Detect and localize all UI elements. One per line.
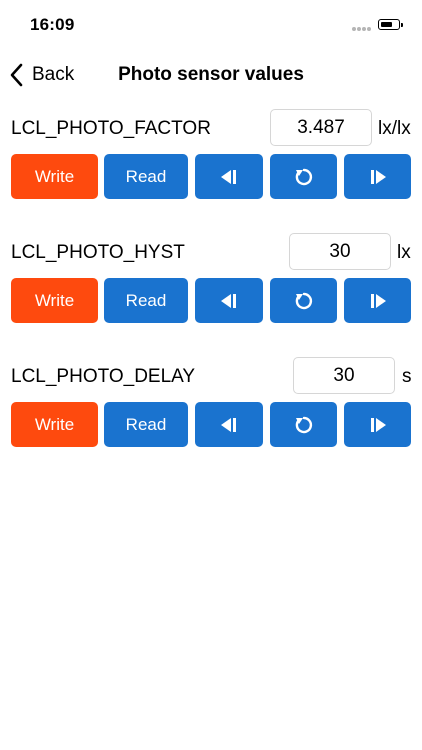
reset-button[interactable] (270, 402, 337, 447)
step-forward-icon (370, 169, 386, 184)
unit-label: s (402, 366, 412, 387)
write-button[interactable]: Write (11, 402, 98, 447)
navigation-bar: Back Photo sensor values (0, 50, 422, 100)
value-field[interactable] (293, 357, 395, 394)
battery-tip (401, 23, 403, 27)
step-back-icon (221, 417, 236, 432)
next-button[interactable] (344, 154, 411, 199)
param-name: LCL_PHOTO_FACTOR (11, 118, 211, 139)
read-button[interactable]: Read (104, 154, 188, 199)
previous-button[interactable] (195, 154, 263, 199)
param-name: LCL_PHOTO_HYST (11, 242, 185, 263)
param-block-photo-hyst: LCL_PHOTO_HYST lx Write Read (0, 233, 422, 328)
status-bar: 16:09 (0, 0, 422, 50)
unit-label: lx (397, 242, 411, 263)
read-button[interactable]: Read (104, 402, 188, 447)
cellular-signal-icon (352, 27, 372, 31)
value-field[interactable] (289, 233, 391, 270)
reset-icon (295, 416, 312, 433)
next-button[interactable] (344, 278, 411, 323)
read-button[interactable]: Read (104, 278, 188, 323)
param-block-photo-factor: LCL_PHOTO_FACTOR lx/lx Write Read (0, 109, 422, 204)
status-time: 16:09 (30, 15, 75, 34)
reset-button[interactable] (270, 154, 337, 199)
previous-button[interactable] (195, 278, 263, 323)
reset-icon (295, 292, 312, 309)
reset-button[interactable] (270, 278, 337, 323)
value-field[interactable] (270, 109, 372, 146)
previous-button[interactable] (195, 402, 263, 447)
step-back-icon (221, 169, 236, 184)
step-forward-icon (370, 417, 386, 432)
step-back-icon (221, 293, 236, 308)
step-forward-icon (370, 293, 386, 308)
write-button[interactable]: Write (11, 154, 98, 199)
param-name: LCL_PHOTO_DELAY (11, 366, 196, 387)
page-title: Photo sensor values (118, 64, 304, 85)
reset-icon (295, 168, 312, 185)
next-button[interactable] (344, 402, 411, 447)
battery-icon (378, 19, 400, 30)
param-block-photo-delay: LCL_PHOTO_DELAY s Write Read (0, 357, 422, 452)
write-button[interactable]: Write (11, 278, 98, 323)
unit-label: lx/lx (378, 118, 411, 139)
